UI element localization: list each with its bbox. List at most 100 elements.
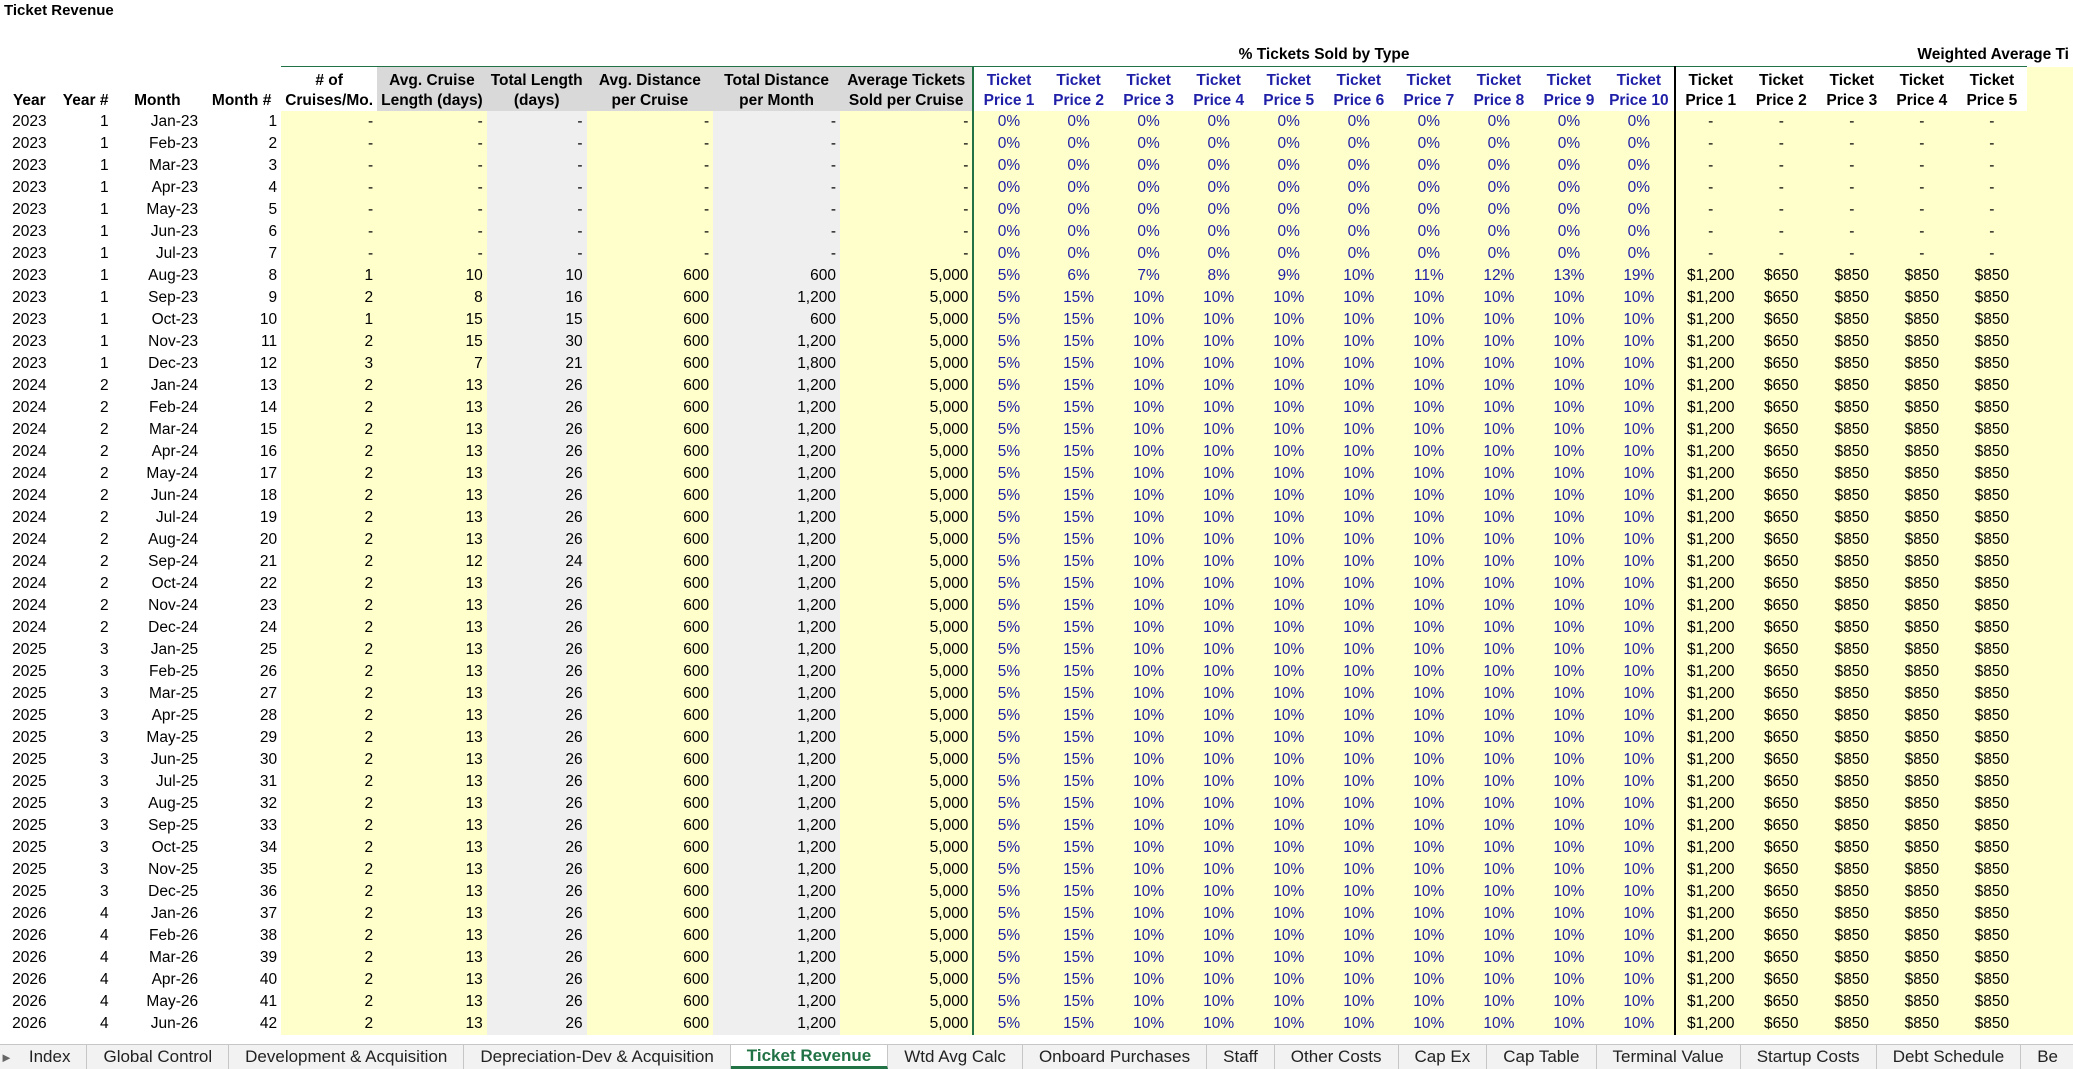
cell-weighted-price-4[interactable]: $850 [1886, 397, 1957, 419]
sheet-tab-debt-schedule[interactable]: Debt Schedule [1877, 1045, 2022, 1069]
cell-avg-length[interactable]: 13 [377, 573, 487, 595]
cell-ticket-pct-8[interactable]: 10% [1463, 485, 1534, 507]
cell-weighted-price-1[interactable]: $1,200 [1673, 771, 1746, 793]
cell-ticket-pct-5[interactable]: 10% [1253, 287, 1324, 309]
cell-ticket-pct-7[interactable]: 10% [1393, 397, 1464, 419]
cell-year[interactable]: 2025 [0, 727, 59, 749]
cell-ticket-pct-1[interactable]: 5% [972, 947, 1044, 969]
cell-weighted-price-4[interactable]: $850 [1886, 375, 1957, 397]
cell-ticket-pct-9[interactable]: 10% [1533, 287, 1604, 309]
cell-ticket-pct-2[interactable]: 15% [1043, 573, 1114, 595]
cell-avg-tickets[interactable]: 5,000 [839, 331, 974, 353]
cell-ticket-pct-5[interactable]: 10% [1253, 617, 1324, 639]
cell-total-length[interactable]: 26 [486, 727, 587, 749]
cell-avg-length[interactable]: 13 [377, 617, 487, 639]
cell-cruises[interactable]: 2 [281, 727, 378, 749]
cell-total-length[interactable]: 26 [486, 859, 587, 881]
cell-ticket-pct-6[interactable]: 10% [1323, 485, 1394, 507]
cell-weighted-price-3[interactable]: $850 [1816, 529, 1887, 551]
cell-weighted-price-1[interactable]: $1,200 [1673, 925, 1746, 947]
cell-avg-tickets[interactable]: - [839, 133, 974, 155]
cell-ticket-pct-5[interactable]: 10% [1253, 991, 1324, 1013]
cell-weighted-price-2[interactable]: $650 [1745, 397, 1817, 419]
cell-cruises[interactable]: 2 [281, 683, 378, 705]
cell-ticket-pct-2[interactable]: 15% [1043, 397, 1114, 419]
cell-ticket-pct-8[interactable]: 10% [1463, 661, 1534, 683]
cell-weighted-price-5[interactable]: $850 [1956, 661, 2027, 683]
cell-year[interactable]: 2024 [0, 507, 59, 529]
cell-year-number[interactable]: 3 [59, 639, 113, 661]
cell-ticket-pct-8[interactable]: 10% [1463, 551, 1534, 573]
cell-weighted-price-1[interactable]: $1,200 [1673, 793, 1746, 815]
cell-ticket-pct-9[interactable]: 0% [1533, 243, 1604, 265]
cell-ticket-pct-3[interactable]: 10% [1113, 309, 1184, 331]
cell-weighted-price-2[interactable]: $650 [1745, 815, 1817, 837]
cell-cruises[interactable]: 2 [281, 859, 378, 881]
cell-avg-tickets[interactable]: 5,000 [839, 353, 974, 375]
cell-ticket-pct-2[interactable]: 0% [1043, 199, 1114, 221]
cell-weighted-price-4[interactable]: $850 [1886, 617, 1957, 639]
cell-ticket-pct-3[interactable]: 10% [1113, 463, 1184, 485]
cell-ticket-pct-5[interactable]: 0% [1253, 155, 1324, 177]
cell-ticket-pct-10[interactable]: 19% [1603, 265, 1675, 287]
cell-weighted-price-4[interactable]: $850 [1886, 419, 1957, 441]
cell-ticket-pct-7[interactable]: 0% [1393, 133, 1464, 155]
cell-weighted-price-3[interactable]: $850 [1816, 375, 1887, 397]
cell-month[interactable]: Apr-23 [113, 177, 203, 199]
cell-total-distance[interactable]: 1,200 [713, 749, 840, 771]
cell-month-number[interactable]: 15 [202, 419, 281, 441]
cell-ticket-pct-2[interactable]: 15% [1043, 441, 1114, 463]
cell-weighted-price-3[interactable]: $850 [1816, 793, 1887, 815]
cell-avg-tickets[interactable]: 5,000 [839, 683, 974, 705]
cell-ticket-pct-1[interactable]: 5% [972, 661, 1044, 683]
cell-ticket-pct-9[interactable]: 10% [1533, 749, 1604, 771]
cell-year[interactable]: 2024 [0, 463, 59, 485]
sheet-tab-global-control[interactable]: Global Control [87, 1045, 230, 1069]
cell-avg-distance[interactable]: - [586, 133, 714, 155]
cell-weighted-price-2[interactable]: $650 [1745, 441, 1817, 463]
cell-ticket-pct-2[interactable]: 15% [1043, 705, 1114, 727]
cell-year-number[interactable]: 3 [59, 815, 113, 837]
cell-avg-length[interactable]: 13 [377, 529, 487, 551]
cell-month[interactable]: Feb-24 [113, 397, 203, 419]
cell-cruises[interactable]: - [281, 177, 378, 199]
cell-ticket-pct-10[interactable]: 10% [1603, 485, 1675, 507]
cell-month-number[interactable]: 24 [202, 617, 281, 639]
cell-ticket-pct-4[interactable]: 0% [1183, 243, 1254, 265]
cell-cruises[interactable]: 2 [281, 771, 378, 793]
cell-avg-tickets[interactable]: 5,000 [839, 991, 974, 1013]
cell-ticket-pct-3[interactable]: 0% [1113, 221, 1184, 243]
cell-ticket-pct-7[interactable]: 10% [1393, 727, 1464, 749]
cell-ticket-pct-10[interactable]: 10% [1603, 551, 1675, 573]
cell-avg-length[interactable]: 13 [377, 903, 487, 925]
cell-year[interactable]: 2026 [0, 947, 59, 969]
cell-cruises[interactable]: 2 [281, 661, 378, 683]
cell-ticket-pct-4[interactable]: 10% [1183, 287, 1254, 309]
cell-ticket-pct-4[interactable]: 10% [1183, 617, 1254, 639]
cell-weighted-price-4[interactable]: $850 [1886, 529, 1957, 551]
cell-ticket-pct-1[interactable]: 5% [972, 793, 1044, 815]
cell-ticket-pct-5[interactable]: 10% [1253, 639, 1324, 661]
cell-cruises[interactable]: 2 [281, 903, 378, 925]
cell-year[interactable]: 2025 [0, 881, 59, 903]
cell-month-number[interactable]: 20 [202, 529, 281, 551]
cell-year-number[interactable]: 4 [59, 1013, 113, 1035]
cell-weighted-price-4[interactable]: $850 [1886, 925, 1957, 947]
cell-ticket-pct-2[interactable]: 15% [1043, 947, 1114, 969]
cell-year[interactable]: 2025 [0, 837, 59, 859]
cell-ticket-pct-6[interactable]: 0% [1323, 199, 1394, 221]
sheet-tab-index[interactable]: Index [13, 1045, 88, 1069]
cell-ticket-pct-10[interactable]: 10% [1603, 881, 1675, 903]
cell-ticket-pct-10[interactable]: 0% [1603, 111, 1675, 133]
cell-avg-distance[interactable]: 600 [586, 793, 714, 815]
cell-ticket-pct-3[interactable]: 10% [1113, 287, 1184, 309]
cell-ticket-pct-3[interactable]: 10% [1113, 683, 1184, 705]
cell-weighted-price-4[interactable]: $850 [1886, 1013, 1957, 1035]
cell-ticket-pct-2[interactable]: 15% [1043, 331, 1114, 353]
cell-weighted-price-3[interactable]: $850 [1816, 639, 1887, 661]
cell-ticket-pct-8[interactable]: 10% [1463, 969, 1534, 991]
cell-month-number[interactable]: 27 [202, 683, 281, 705]
cell-ticket-pct-1[interactable]: 5% [972, 903, 1044, 925]
cell-avg-distance[interactable]: 600 [586, 353, 714, 375]
cell-ticket-pct-2[interactable]: 15% [1043, 639, 1114, 661]
